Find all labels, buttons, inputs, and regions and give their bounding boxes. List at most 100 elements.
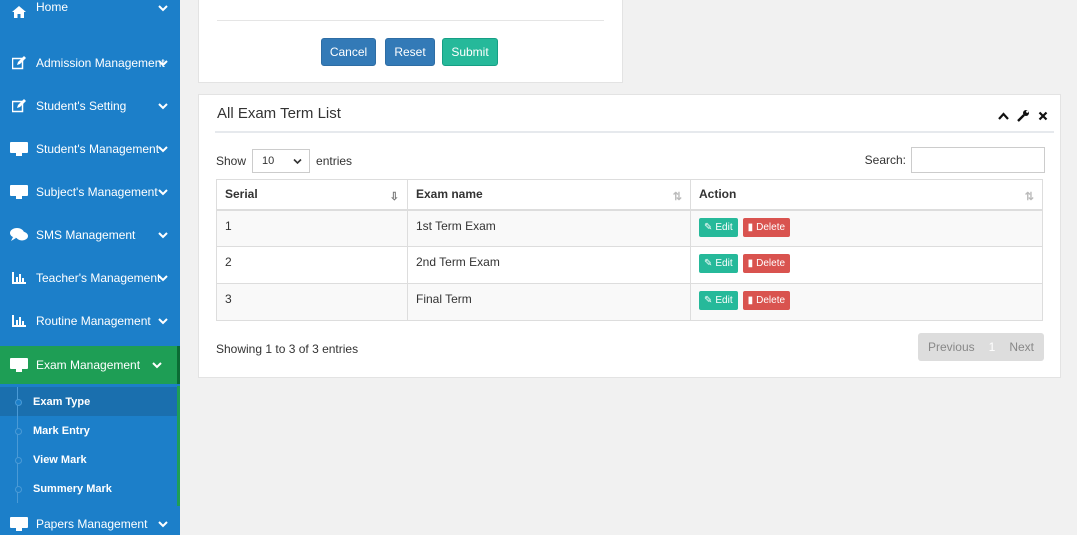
sidebar-item-home[interactable]: Home <box>0 0 180 24</box>
action-cell: ✎ Edit ▮ Delete <box>690 246 1043 284</box>
column-header-action[interactable]: Action ⇅ <box>690 179 1043 211</box>
submenu-item-view-mark[interactable]: View Mark <box>0 445 177 474</box>
desktop-icon <box>10 517 28 531</box>
edit-icon <box>10 56 28 70</box>
sidebar-item-label: Papers Management <box>36 517 148 531</box>
sidebar-item-routine-management[interactable]: Routine Management <box>0 303 180 339</box>
entries-label: entries <box>316 154 353 168</box>
form-panel: Cancel Reset Submit <box>198 0 623 83</box>
column-header-serial[interactable]: Serial ⇩ <box>216 179 408 211</box>
tree-dot <box>15 387 22 416</box>
cancel-button[interactable]: Cancel <box>321 38 376 66</box>
chevron-down-icon <box>158 60 168 67</box>
chevron-down-icon <box>158 103 168 110</box>
trash-icon: ▮ <box>747 258 754 269</box>
desktop-icon <box>10 358 28 372</box>
page-number-button[interactable]: 1 <box>985 340 1000 354</box>
tree-dot <box>15 416 22 445</box>
delete-label: Delete <box>756 221 786 233</box>
entries-select-value: 10 <box>262 155 275 167</box>
exam-submenu: Exam Type Mark Entry View Mark Summery M… <box>0 386 180 506</box>
sidebar-item-label: Home <box>36 0 69 14</box>
bar-chart-icon <box>10 271 28 285</box>
submenu-label: Summery Mark <box>33 482 112 495</box>
column-label: Serial <box>225 187 258 202</box>
close-icon[interactable] <box>1038 111 1048 121</box>
table-row: 3 Final Term ✎ Edit ▮ Delete <box>216 283 1043 321</box>
sidebar-item-admission[interactable]: Admission Management <box>0 45 180 81</box>
table-info: Showing 1 to 3 of 3 entries <box>216 342 359 356</box>
delete-label: Delete <box>756 258 786 269</box>
chevron-down-icon <box>158 189 168 196</box>
sidebar-item-teachers-management[interactable]: Teacher's Management <box>0 260 180 296</box>
exam-name-cell: 2nd Term Exam <box>407 246 691 284</box>
edit-icon <box>10 99 28 113</box>
edit-icon: ✎ <box>704 221 713 233</box>
edit-label: Edit <box>715 258 733 269</box>
search-input[interactable] <box>911 147 1045 173</box>
sidebar-item-papers-management[interactable]: Papers Management <box>0 506 180 535</box>
action-cell: ✎ Edit ▮ Delete <box>690 209 1043 247</box>
desktop-icon <box>10 142 28 156</box>
action-cell: ✎ Edit ▮ Delete <box>690 283 1043 321</box>
trash-icon: ▮ <box>747 221 754 233</box>
exam-name-cell: 1st Term Exam <box>407 209 691 247</box>
reset-button[interactable]: Reset <box>385 38 435 66</box>
sidebar-item-exam-management[interactable]: Exam Management <box>0 346 180 384</box>
edit-label: Edit <box>715 295 733 306</box>
exam-term-table: Serial ⇩ Exam name ⇅ Action ⇅ 1 1st Term… <box>216 179 1043 321</box>
delete-button[interactable]: ▮ Delete <box>742 254 791 273</box>
edit-button[interactable]: ✎ Edit <box>699 291 738 310</box>
submit-button[interactable]: Submit <box>442 38 498 66</box>
entries-select[interactable]: 10 <box>252 149 311 173</box>
column-header-exam-name[interactable]: Exam name ⇅ <box>407 179 691 211</box>
edit-icon: ✎ <box>704 295 713 306</box>
next-button[interactable]: Next <box>999 340 1044 354</box>
serial-cell: 1 <box>216 209 408 247</box>
sidebar-item-label: Admission Management <box>36 56 165 70</box>
delete-button[interactable]: ▮ Delete <box>742 291 791 310</box>
chevron-up-icon[interactable] <box>998 111 1009 120</box>
tree-dot <box>15 445 22 474</box>
chevron-down-icon <box>158 5 168 12</box>
submenu-item-exam-type[interactable]: Exam Type <box>0 387 177 416</box>
previous-button[interactable]: Previous <box>918 340 985 354</box>
submenu-label: Exam Type <box>33 395 91 408</box>
sidebar: Home Admission Management Student's Sett… <box>0 0 180 535</box>
sidebar-item-sms-management[interactable]: SMS Management <box>0 217 180 253</box>
sidebar-item-label: Student's Management <box>36 142 160 156</box>
title-divider <box>215 131 1054 133</box>
sidebar-item-subjects-management[interactable]: Subject's Management <box>0 174 180 210</box>
pagination: Previous 1 Next <box>917 333 1044 361</box>
home-icon <box>10 5 28 19</box>
panel-title: All Exam Term List <box>217 105 341 122</box>
sidebar-item-label: Routine Management <box>36 314 151 328</box>
bar-chart-icon <box>10 314 28 328</box>
serial-cell: 3 <box>216 283 408 321</box>
submenu-item-summery-mark[interactable]: Summery Mark <box>0 474 177 503</box>
edit-button[interactable]: ✎ Edit <box>699 217 738 237</box>
sort-icon: ⇅ <box>672 191 682 203</box>
chevron-down-icon <box>293 158 302 165</box>
chevron-down-icon <box>158 275 168 282</box>
wrench-icon[interactable] <box>1017 109 1030 122</box>
exam-name-cell: Final Term <box>407 283 691 321</box>
divider <box>217 20 604 21</box>
entries-length-control: Show 10 entries <box>216 149 352 173</box>
table-header-row: Serial ⇩ Exam name ⇅ Action ⇅ <box>216 179 1043 211</box>
sidebar-item-students-management[interactable]: Student's Management <box>0 131 180 167</box>
edit-label: Edit <box>715 221 733 233</box>
delete-button[interactable]: ▮ Delete <box>742 217 791 237</box>
submenu-label: Mark Entry <box>33 424 90 437</box>
submenu-label: View Mark <box>33 453 87 466</box>
sort-icon: ⇅ <box>1024 191 1034 203</box>
desktop-icon <box>10 185 28 199</box>
edit-icon: ✎ <box>704 258 713 269</box>
column-label: Exam name <box>416 187 483 202</box>
chevron-down-icon <box>158 232 168 239</box>
sidebar-item-students-setting[interactable]: Student's Setting <box>0 88 180 124</box>
submenu-item-mark-entry[interactable]: Mark Entry <box>0 416 177 445</box>
sidebar-item-label: Student's Setting <box>36 99 127 113</box>
search-control: Search: <box>865 147 1045 173</box>
edit-button[interactable]: ✎ Edit <box>699 254 738 273</box>
